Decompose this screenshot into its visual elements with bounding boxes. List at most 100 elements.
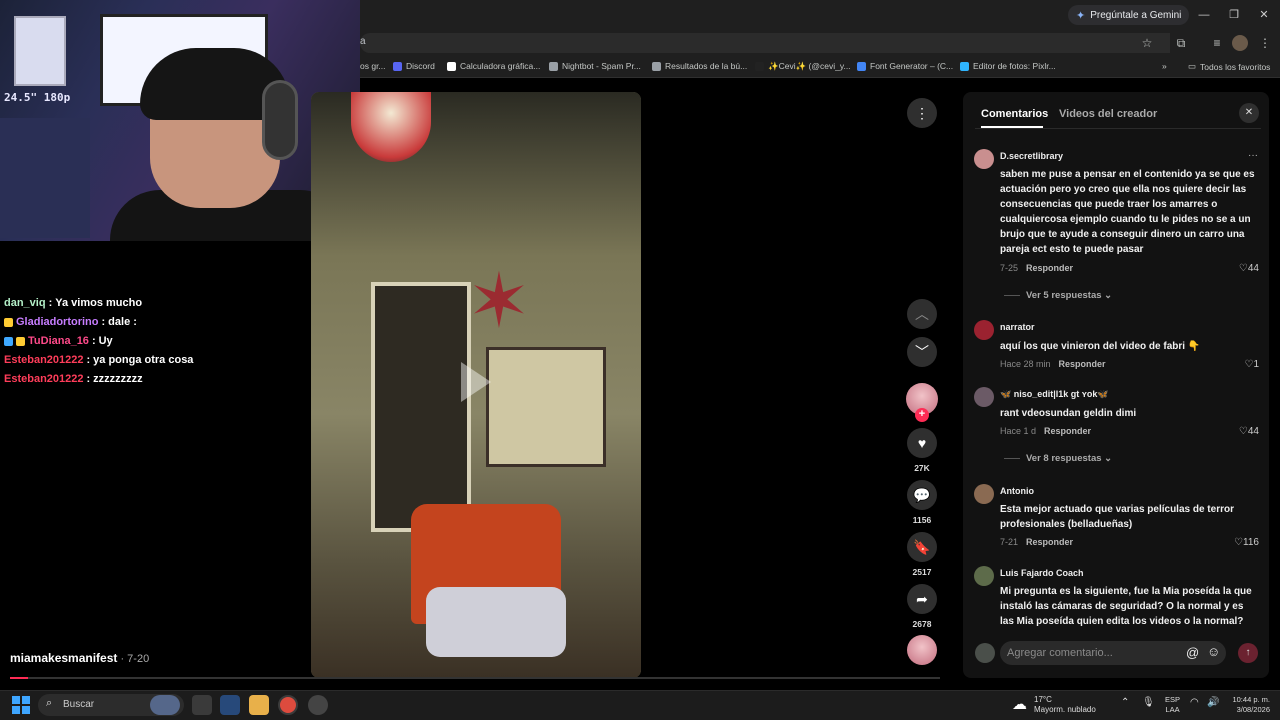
taskbar-widget-icon[interactable] (150, 695, 180, 715)
comment-avatar[interactable] (974, 566, 994, 586)
all-bookmarks[interactable]: ▭ Todos los favoritos (1188, 61, 1270, 72)
comment-date: Hace 28 min (1000, 359, 1051, 369)
obs-icon[interactable] (308, 695, 328, 715)
taskbar-clock[interactable]: 10:44 p. m. 3/08/2026 (1224, 695, 1270, 715)
omnibox-text[interactable]: a (360, 36, 366, 47)
comment-avatar[interactable] (974, 149, 994, 169)
close-icon[interactable]: ✕ (1239, 103, 1259, 123)
video-mirror (486, 347, 606, 467)
comment-username[interactable]: 🦋 niso_edit|l1k gt ʏok🦋 (1000, 389, 1109, 400)
weather-temp: 17°C (1034, 695, 1052, 704)
taskbar-search-label[interactable]: Buscar (63, 699, 94, 710)
chevron-down-icon: ⌄ (1101, 290, 1113, 301)
bookmark-star-icon[interactable]: ☆ (1139, 35, 1155, 51)
comment-username[interactable]: D.secretlibrary (1000, 151, 1063, 161)
chat-username[interactable]: dan_viq (4, 294, 46, 313)
lang-code: ESP (1165, 695, 1181, 704)
comment-input-placeholder[interactable]: Agregar comentario... (1007, 647, 1113, 659)
video-player[interactable]: ✶ (311, 92, 641, 678)
heart-icon[interactable]: ♥ (907, 428, 937, 458)
comment-like[interactable]: ♡1 (1219, 359, 1259, 370)
comment-username[interactable]: Luis Fajardo Coach (1000, 568, 1084, 578)
next-video-icon[interactable]: ﹀ (907, 337, 937, 367)
comment-like-count: 44 (1247, 426, 1259, 437)
comment-like[interactable]: ♡116 (1219, 537, 1259, 548)
video-author-line[interactable]: miamakesmanifest · 7-20 (10, 651, 149, 665)
volume-icon[interactable]: 🔊 (1207, 697, 1219, 708)
video-progress-track[interactable] (10, 677, 940, 679)
chat-username[interactable]: Gladiadortorino (16, 313, 99, 332)
task-view-icon[interactable] (192, 695, 212, 715)
comment-avatar[interactable] (974, 320, 994, 340)
bookmark-item[interactable]: os gr... (360, 61, 386, 71)
wifi-icon[interactable]: ◠ (1190, 697, 1199, 708)
bookmark-favicon-icon (857, 61, 866, 71)
comment-username[interactable]: narrator (1000, 322, 1035, 332)
bookmark-item[interactable]: ✨Cevi✨ (@cevi_y... (755, 61, 851, 72)
chrome-icon[interactable] (278, 695, 298, 715)
view-replies-label[interactable]: Ver 8 respuestas (1026, 453, 1102, 464)
send-icon[interactable]: ↑ (1238, 643, 1258, 663)
share-icon[interactable]: ➦ (907, 584, 937, 614)
tab-comments[interactable]: Comentarios (981, 108, 1048, 120)
heart-outline-icon[interactable]: ♡ (1239, 426, 1248, 437)
chat-username[interactable]: TuDiana_16 (28, 332, 89, 351)
view-replies-button[interactable]: Ver 8 respuestas ⌄ (1004, 453, 1112, 464)
tray-overflow-icon[interactable]: ⌃ (1121, 697, 1129, 708)
comment-like[interactable]: ♡44 (1219, 426, 1259, 437)
weather-widget[interactable]: 17°C Mayorm. nublado (1034, 695, 1096, 715)
comment-icon[interactable]: 💬 (907, 480, 937, 510)
app-icon[interactable] (220, 695, 240, 715)
comment-like[interactable]: ♡44 (1219, 263, 1259, 274)
restore-icon[interactable]: ❐ (1222, 6, 1246, 24)
weather-cloud-icon[interactable]: ☁ (1012, 695, 1027, 713)
comment-date: 7-25 (1000, 263, 1019, 273)
windows-start-icon[interactable] (12, 696, 30, 714)
video-author[interactable]: miamakesmanifest (10, 651, 117, 665)
bookmark-item[interactable]: Font Generator – (C... (857, 61, 953, 71)
reply-button[interactable]: Responder (1044, 426, 1091, 436)
chrome-menu-icon[interactable]: ⋮ (1257, 35, 1273, 51)
file-explorer-icon[interactable] (249, 695, 269, 715)
all-bookmarks-label: Todos los favoritos (1200, 61, 1271, 72)
media-control-icon[interactable]: ≡ (1209, 35, 1225, 51)
video-pillow (426, 587, 566, 657)
comment-more-icon[interactable]: ··· (1248, 150, 1258, 161)
chat-username[interactable]: Esteban201222 (4, 351, 84, 370)
bookmark-icon[interactable]: 🔖 (907, 532, 937, 562)
view-replies-label[interactable]: Ver 5 respuestas (1026, 290, 1102, 301)
emoji-icon[interactable]: ☺ (1207, 644, 1220, 659)
chat-username[interactable]: Esteban201222 (4, 370, 84, 389)
bookmark-item[interactable]: Nightbot - Spam Pr... (549, 61, 641, 71)
comment-avatar[interactable] (974, 387, 994, 407)
play-icon[interactable] (461, 362, 491, 402)
gemini-button[interactable]: ✦ Pregúntale a Gemini (1068, 5, 1190, 25)
tab-creator-videos[interactable]: Videos del creador (1059, 108, 1157, 120)
bookmark-item[interactable]: Discord (393, 61, 435, 71)
reply-button[interactable]: Responder (1026, 263, 1073, 273)
sound-avatar[interactable] (907, 635, 937, 665)
view-replies-button[interactable]: Ver 5 respuestas ⌄ (1004, 290, 1112, 301)
previous-video-icon[interactable]: ︿ (907, 299, 937, 329)
bookmark-item[interactable]: Editor de fotos: Pixlr... (960, 61, 1056, 71)
omnibox[interactable] (360, 33, 1170, 53)
heart-outline-icon[interactable]: ♡ (1234, 537, 1243, 548)
close-window-icon[interactable]: ✕ (1252, 6, 1276, 24)
microphone-icon[interactable]: 🎙 (1142, 697, 1155, 708)
heart-outline-icon[interactable]: ♡ (1239, 263, 1248, 274)
follow-plus-icon[interactable]: + (915, 408, 929, 422)
bookmark-item[interactable]: Calculadora gráfica... (447, 61, 540, 71)
comment-username[interactable]: Antonio (1000, 486, 1034, 496)
more-options-icon[interactable]: ⋮ (907, 98, 937, 128)
bookmarks-overflow-icon[interactable]: » (1162, 61, 1167, 71)
minimize-icon[interactable]: — (1192, 6, 1216, 24)
bookmark-item[interactable]: Resultados de la bú... (652, 61, 747, 71)
profile-avatar[interactable] (1232, 35, 1248, 51)
extensions-icon[interactable]: ⧉ (1173, 35, 1189, 51)
mention-icon[interactable]: @ (1186, 645, 1199, 660)
reply-button[interactable]: Responder (1059, 359, 1106, 369)
video-progress-fill (10, 677, 28, 679)
language-indicator[interactable]: ESP LAA (1165, 695, 1180, 715)
reply-button[interactable]: Responder (1026, 537, 1073, 547)
comment-avatar[interactable] (974, 484, 994, 504)
